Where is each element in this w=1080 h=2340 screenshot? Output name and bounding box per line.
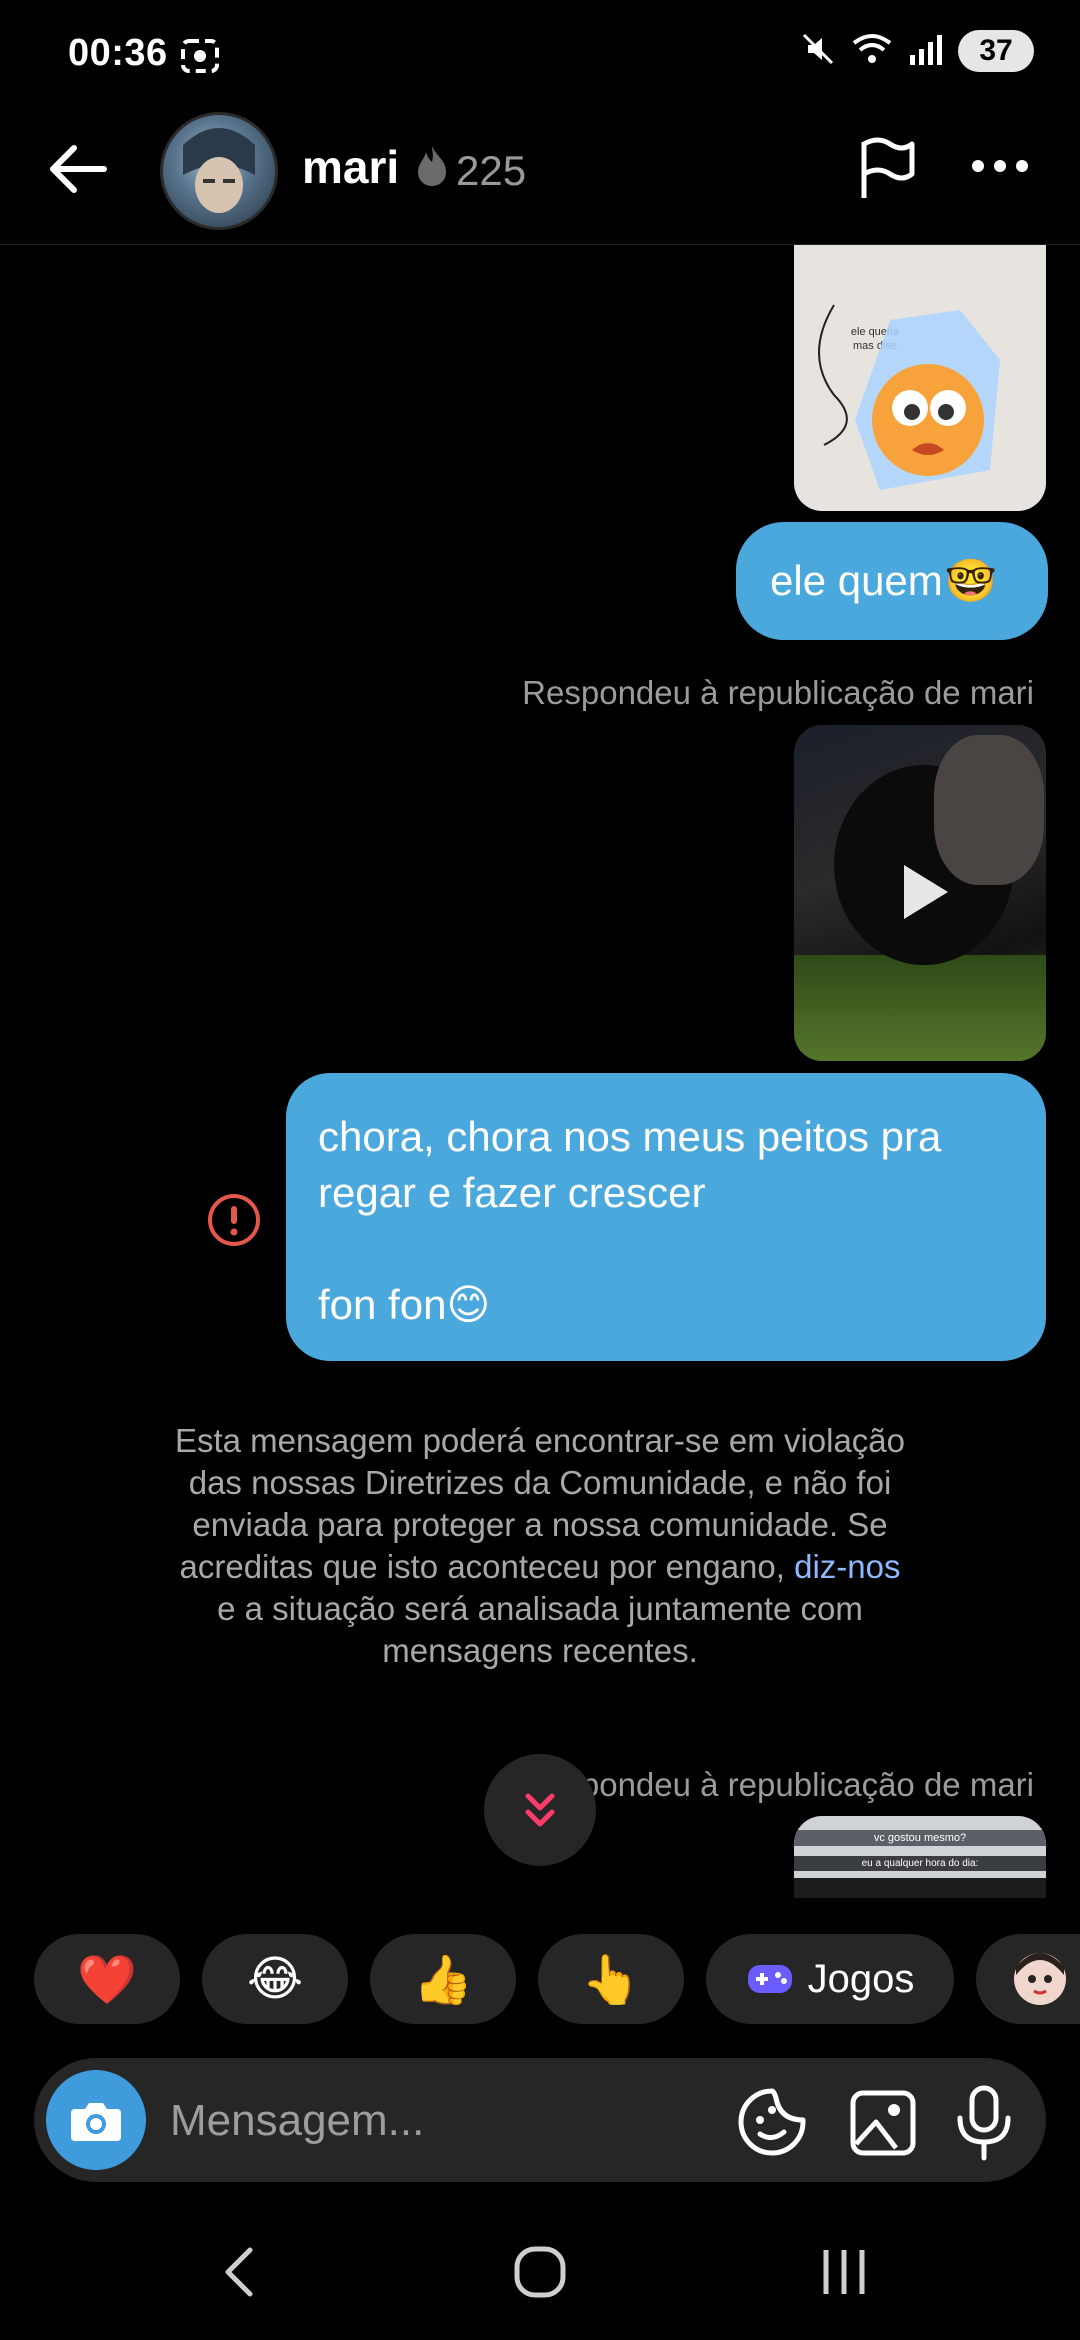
games-label: Jogos: [807, 1956, 915, 2001]
nav-home-icon: [514, 2246, 566, 2298]
quick-reaction-thumbs-up[interactable]: 👍: [370, 1934, 516, 2024]
message-line: chora, chora nos meus peitos pra: [318, 1113, 942, 1160]
gamepad-icon: [747, 1965, 792, 1993]
avatar[interactable]: [160, 112, 278, 230]
status-icons: 37: [800, 30, 1034, 72]
back-arrow-icon[interactable]: [44, 136, 110, 207]
sticker-reaction: [850, 300, 1010, 525]
gallery-icon[interactable]: [848, 2088, 918, 2163]
message-line: fon fon: [318, 1281, 447, 1328]
smile-emoji-icon: 😊: [446, 1281, 491, 1328]
nav-recents-button[interactable]: [784, 2232, 904, 2312]
message-text: ele quem: [770, 557, 943, 604]
nav-home-button[interactable]: [480, 2232, 600, 2312]
games-button[interactable]: Jogos: [706, 1934, 954, 2024]
screenshot-icon: [180, 38, 220, 79]
camera-icon: [71, 2103, 121, 2141]
signal-icon: [908, 31, 944, 72]
status-time: 00:36: [68, 32, 168, 74]
scroll-to-bottom-button[interactable]: [484, 1754, 596, 1866]
reaction-emoji: ❤️: [77, 1953, 137, 2007]
quick-reaction-laugh[interactable]: 😂: [202, 1934, 348, 2024]
quick-reaction-heart[interactable]: ❤️: [34, 1934, 180, 2024]
message-input[interactable]: [168, 2080, 712, 2162]
reaction-emoji: 😂: [246, 1953, 304, 2006]
shared-media-thumbnail[interactable]: vc gostou mesmo? eu a qualquer hora do d…: [794, 1816, 1046, 1898]
nav-recents-icon: [823, 2250, 865, 2294]
reaction-emoji: 👆: [581, 1953, 641, 2007]
quick-reaction-pointing[interactable]: 👆: [538, 1934, 684, 2024]
streak-count: 225: [456, 147, 527, 194]
reply-note: Respondeu à republicação de mari: [522, 1766, 1034, 1803]
streak-badge: 225: [414, 144, 526, 198]
warning-text: e a situação será analisada juntamente c…: [217, 1590, 863, 1669]
more-options-icon[interactable]: [970, 158, 1030, 179]
policy-warning: Esta mensagem poderá encontrar-se em vio…: [172, 1420, 908, 1672]
sticker-icon[interactable]: [736, 2086, 808, 2163]
nav-back-button[interactable]: [178, 2232, 298, 2312]
avatar-sticker-icon: [1014, 1953, 1066, 2005]
avatar-sticker-button[interactable]: [976, 1934, 1080, 2024]
wifi-icon: [850, 31, 894, 72]
username[interactable]: mari: [302, 140, 399, 194]
flame-icon: [414, 144, 450, 198]
error-icon[interactable]: [206, 1192, 262, 1253]
media-caption: vc gostou mesmo?: [794, 1830, 1046, 1846]
nav-back-icon: [225, 2247, 253, 2297]
microphone-icon[interactable]: [954, 2084, 1014, 2167]
double-chevron-down-icon: [525, 1793, 555, 1827]
nerd-emoji-icon: 🤓: [944, 557, 998, 604]
camera-button[interactable]: [46, 2070, 146, 2170]
play-icon[interactable]: [886, 857, 956, 932]
blocked-message-bubble[interactable]: chora, chora nos meus peitos pra regar e…: [286, 1073, 1046, 1361]
sent-message-bubble[interactable]: ele quem 🤓: [736, 522, 1048, 640]
battery-indicator: 37: [958, 30, 1034, 72]
flag-icon[interactable]: [856, 136, 918, 207]
message-line: regar e fazer crescer: [318, 1169, 706, 1216]
reaction-emoji: 👍: [413, 1953, 473, 2007]
mute-icon: [800, 31, 836, 72]
media-caption: eu a qualquer hora do dia:: [794, 1856, 1046, 1871]
video-thumbnail[interactable]: [794, 725, 1046, 1061]
report-link[interactable]: diz-nos: [794, 1548, 900, 1585]
reply-note: Respondeu à republicação de mari: [522, 674, 1034, 711]
